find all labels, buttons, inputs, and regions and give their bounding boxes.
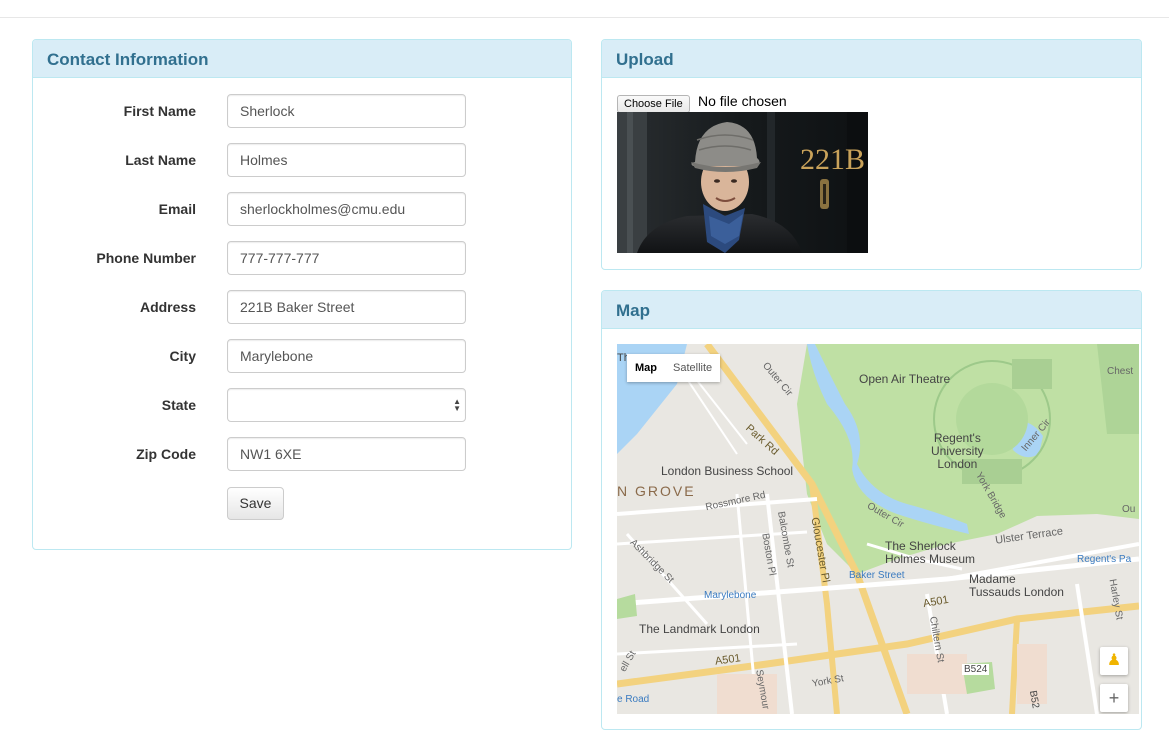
address-input[interactable]: 221B Baker Street xyxy=(227,290,466,324)
map-panel-title: Map xyxy=(602,291,1141,329)
map-label-grove: N GROVE xyxy=(617,483,696,499)
zoom-in-button[interactable]: + xyxy=(1100,684,1128,712)
state-label: State xyxy=(161,397,196,413)
last-name-input[interactable]: Holmes xyxy=(227,143,466,177)
upload-panel-title: Upload xyxy=(602,40,1141,78)
phone-label: Phone Number xyxy=(96,250,196,266)
first-name-label: First Name xyxy=(123,103,196,119)
email-label: Email xyxy=(158,201,196,217)
map-label-baker-street: Baker Street xyxy=(849,570,905,581)
select-arrows-icon: ▲ ▼ xyxy=(453,397,461,413)
svg-text:221B: 221B xyxy=(800,143,865,176)
city-label: City xyxy=(169,348,196,364)
email-input[interactable]: sherlockholmes@cmu.edu xyxy=(227,192,466,226)
map-label-madame-tussauds: Madame Tussauds London xyxy=(969,572,1064,599)
top-navbar-edge xyxy=(0,0,1169,18)
zip-input[interactable]: NW1 6XE xyxy=(227,437,466,471)
map-label-regents-university: Regent's University London xyxy=(931,431,984,471)
uploaded-photo: 221B xyxy=(617,112,868,253)
map-type-satellite-button[interactable]: Satellite xyxy=(665,354,720,382)
pegman-icon[interactable]: ♟ xyxy=(1100,647,1128,675)
map-label-landmark: The Landmark London xyxy=(639,622,760,636)
map-panel: Map Open Air Theatre Regent's University… xyxy=(601,290,1142,730)
state-row: State ▲ ▼ xyxy=(33,388,569,422)
map-label-b524: B524 xyxy=(962,664,990,675)
map-label-out: Ou xyxy=(1122,504,1136,515)
zip-label: Zip Code xyxy=(136,446,196,462)
map-label-marylebone: Marylebone xyxy=(704,590,757,601)
portrait-image: 221B xyxy=(617,112,868,253)
email-row: Email sherlockholmes@cmu.edu xyxy=(33,192,569,226)
map-label-open-air-theatre: Open Air Theatre xyxy=(859,372,951,386)
file-status-text: No file chosen xyxy=(698,93,787,109)
map-label-chest: Chest xyxy=(1107,366,1134,377)
save-button[interactable]: Save xyxy=(227,487,284,520)
map-label-sherlock-museum: The Sherlock Holmes Museum xyxy=(885,539,976,566)
last-name-row: Last Name Holmes xyxy=(33,143,569,177)
first-name-input[interactable]: Sherlock xyxy=(227,94,466,128)
phone-input[interactable]: 777-777-777 xyxy=(227,241,466,275)
contact-panel-title: Contact Information xyxy=(33,40,571,78)
map-label-edgware-road: e Road xyxy=(617,694,650,705)
map-label-london-business-school: London Business School xyxy=(661,464,794,478)
map-type-control: Map Satellite xyxy=(627,354,721,382)
map-label-regents-park-station: Regent's Pa xyxy=(1077,554,1132,565)
phone-row: Phone Number 777-777-777 xyxy=(33,241,569,275)
address-row: Address 221B Baker Street xyxy=(33,290,569,324)
choose-file-button[interactable]: Choose File xyxy=(617,95,690,113)
last-name-label: Last Name xyxy=(125,152,196,168)
map-view[interactable]: Open Air Theatre Regent's University Londo… xyxy=(617,344,1139,714)
city-input[interactable]: Marylebone xyxy=(227,339,466,373)
upload-panel: Upload Choose File No file chosen 221B xyxy=(601,39,1142,270)
address-label: Address xyxy=(139,299,196,315)
state-select[interactable]: ▲ ▼ xyxy=(227,388,466,422)
map-type-map-button[interactable]: Map xyxy=(627,354,665,382)
city-row: City Marylebone xyxy=(33,339,569,373)
contact-panel: Contact Information First Name Sherlock … xyxy=(32,39,572,550)
first-name-row: First Name Sherlock xyxy=(33,94,569,128)
zip-row: Zip Code NW1 6XE xyxy=(33,437,569,471)
door-number: 221B xyxy=(800,143,865,176)
